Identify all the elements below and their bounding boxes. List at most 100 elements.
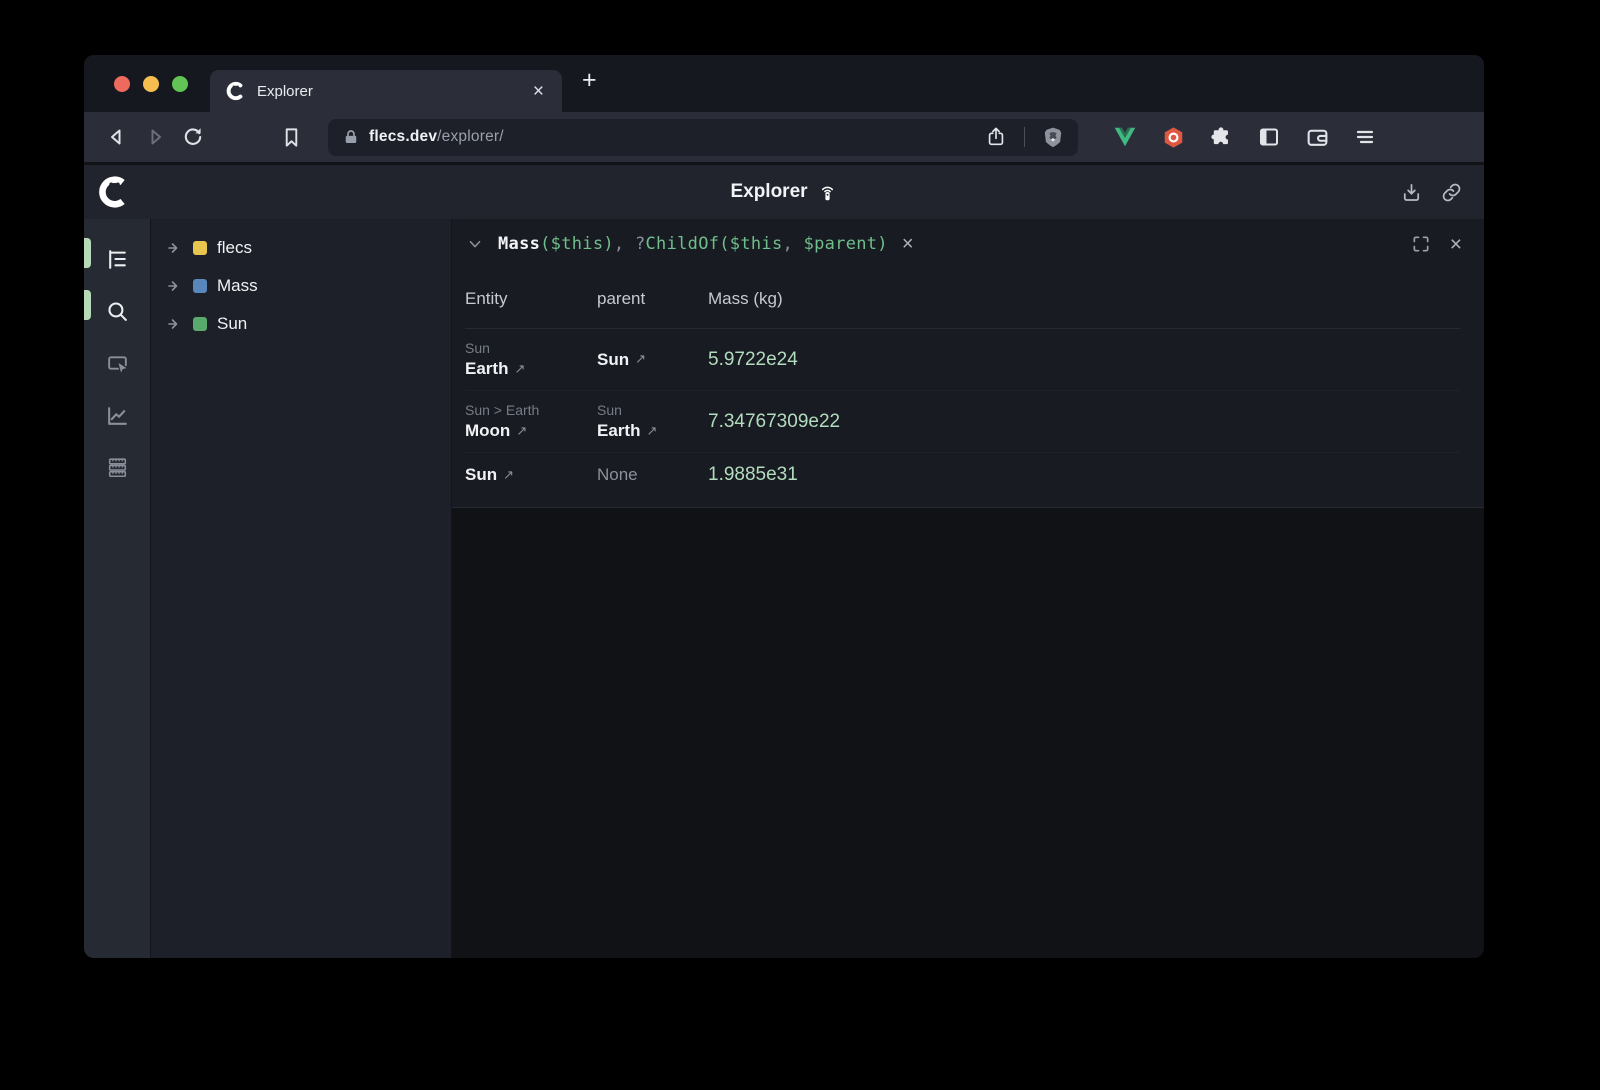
- entity-parent-path: Sun: [465, 340, 597, 356]
- extensions-button[interactable]: [1206, 122, 1236, 152]
- puzzle-icon: [1209, 125, 1234, 150]
- tree-item-sun[interactable]: Sun: [165, 305, 451, 343]
- back-button[interactable]: [98, 118, 136, 156]
- goto-entity-icon[interactable]: ↗: [514, 362, 525, 377]
- entity-link[interactable]: Sun ↗: [465, 465, 597, 485]
- browser-toolbar: flecs.dev/explorer/: [84, 112, 1484, 165]
- hexagon-extension-button[interactable]: [1158, 122, 1188, 152]
- table-row: Sun Earth ↗ Sun ↗ 5.9722e: [465, 329, 1460, 391]
- download-icon: [1400, 181, 1423, 204]
- urlbar-divider: [1024, 127, 1025, 147]
- entity-cell: Sun > Earth Moon ↗: [465, 402, 597, 441]
- table-row: Sun ↗ None 1.9885e31: [465, 453, 1460, 497]
- address-bar[interactable]: flecs.dev/explorer/: [328, 119, 1078, 156]
- sidebar-toggle-icon: [1257, 125, 1281, 149]
- statistics-icon: [105, 403, 130, 428]
- clear-query-icon[interactable]: ×: [902, 234, 914, 254]
- query-panel-active-indicator: [84, 290, 91, 320]
- query-expression[interactable]: Mass($this), ?ChildOf($this, $parent): [498, 234, 888, 254]
- wallet-button[interactable]: [1302, 122, 1332, 152]
- entity-color-swatch: [193, 317, 207, 331]
- entity-name: Sun: [465, 465, 497, 485]
- vue-logo-icon: [1112, 124, 1138, 150]
- url-domain: flecs.dev: [369, 128, 437, 145]
- expand-arrow-icon[interactable]: [165, 277, 183, 295]
- goto-entity-icon[interactable]: ↗: [635, 352, 646, 367]
- minimize-window-button[interactable]: [143, 76, 159, 92]
- entity-link[interactable]: Earth ↗: [465, 359, 597, 379]
- fullscreen-icon: [1411, 234, 1431, 254]
- reload-icon: [181, 125, 205, 149]
- collapse-query-button[interactable]: [462, 231, 488, 257]
- sidebar-item-query[interactable]: [94, 285, 140, 337]
- entity-link[interactable]: Moon ↗: [465, 421, 597, 441]
- query-results-table: Entity parent Mass (kg) Sun Earth ↗: [452, 269, 1484, 507]
- parent-link[interactable]: Earth ↗: [597, 421, 708, 441]
- flecs-logo-icon[interactable]: [98, 175, 132, 209]
- traffic-lights: [84, 55, 210, 112]
- goto-entity-icon[interactable]: ↗: [516, 424, 527, 439]
- link-icon: [1440, 181, 1463, 204]
- download-button[interactable]: [1398, 179, 1424, 205]
- query-token: ,: [614, 234, 635, 254]
- header-actions: [1398, 179, 1464, 205]
- brave-shields-button[interactable]: [1038, 122, 1068, 152]
- tree-panel-active-indicator: [84, 238, 91, 268]
- share-icon: [985, 126, 1007, 148]
- column-header-mass: Mass (kg): [708, 289, 1460, 309]
- zoom-window-button[interactable]: [172, 76, 188, 92]
- parent-link[interactable]: Sun ↗: [597, 350, 708, 370]
- expand-arrow-icon[interactable]: [165, 315, 183, 333]
- app-header: Explorer: [84, 165, 1484, 219]
- entity-color-swatch: [193, 241, 207, 255]
- close-query-panel-icon[interactable]: ×: [1450, 234, 1462, 255]
- expand-query-panel-button[interactable]: [1408, 231, 1434, 257]
- remote-icon: [817, 182, 838, 203]
- reload-button[interactable]: [174, 118, 212, 156]
- query-token: ($this: [719, 234, 782, 254]
- panel-icon-sidebar: [84, 219, 150, 958]
- share-button[interactable]: [981, 122, 1011, 152]
- parent-cell: None: [597, 465, 708, 485]
- column-header-entity: Entity: [465, 289, 597, 309]
- tree-item-label: flecs: [217, 238, 252, 258]
- sidebar-item-inspector[interactable]: [94, 337, 140, 389]
- sidebar-item-statistics[interactable]: [94, 389, 140, 441]
- forward-icon: [143, 125, 167, 149]
- tree-item-flecs[interactable]: flecs: [165, 229, 451, 267]
- new-tab-button[interactable]: +: [562, 68, 597, 99]
- query-panel: Mass($this), ?ChildOf($this, $parent) × …: [452, 219, 1484, 508]
- query-header: Mass($this), ?ChildOf($this, $parent) × …: [452, 219, 1484, 269]
- query-token: ,: [782, 234, 803, 254]
- back-icon: [105, 125, 129, 149]
- parent-cell: Sun ↗: [597, 350, 708, 370]
- browser-tab-explorer[interactable]: Explorer ×: [210, 70, 562, 112]
- sidebar-item-journal[interactable]: [94, 441, 140, 493]
- column-header-parent: parent: [597, 289, 708, 309]
- mass-value: 5.9722e24: [708, 349, 1460, 371]
- sidebar-toggle-button[interactable]: [1254, 122, 1284, 152]
- copy-link-button[interactable]: [1438, 179, 1464, 205]
- tab-close-icon[interactable]: ×: [529, 80, 548, 103]
- vue-devtools-button[interactable]: [1110, 122, 1140, 152]
- entity-cell: Sun ↗: [465, 465, 597, 485]
- page-title: Explorer: [84, 181, 1484, 203]
- goto-entity-icon[interactable]: ↗: [503, 468, 514, 483]
- journal-icon: [105, 455, 130, 480]
- url-path: /explorer/: [437, 128, 504, 145]
- entity-cell: Sun Earth ↗: [465, 340, 597, 379]
- table-header-row: Entity parent Mass (kg): [465, 269, 1460, 329]
- tree-item-mass[interactable]: Mass: [165, 267, 451, 305]
- sidebar-item-entity-tree[interactable]: [94, 233, 140, 285]
- forward-button[interactable]: [136, 118, 174, 156]
- goto-entity-icon[interactable]: ↗: [646, 424, 657, 439]
- entity-color-swatch: [193, 279, 207, 293]
- entity-parent-path: Sun > Earth: [465, 402, 597, 418]
- browser-window: Explorer × +: [84, 55, 1484, 958]
- entity-tree-panel: flecs Mass Sun: [150, 219, 452, 958]
- browser-menu-button[interactable]: [1350, 122, 1380, 152]
- close-window-button[interactable]: [114, 76, 130, 92]
- expand-arrow-icon[interactable]: [165, 239, 183, 257]
- bookmark-button[interactable]: [272, 118, 310, 156]
- query-token: ?: [635, 234, 646, 254]
